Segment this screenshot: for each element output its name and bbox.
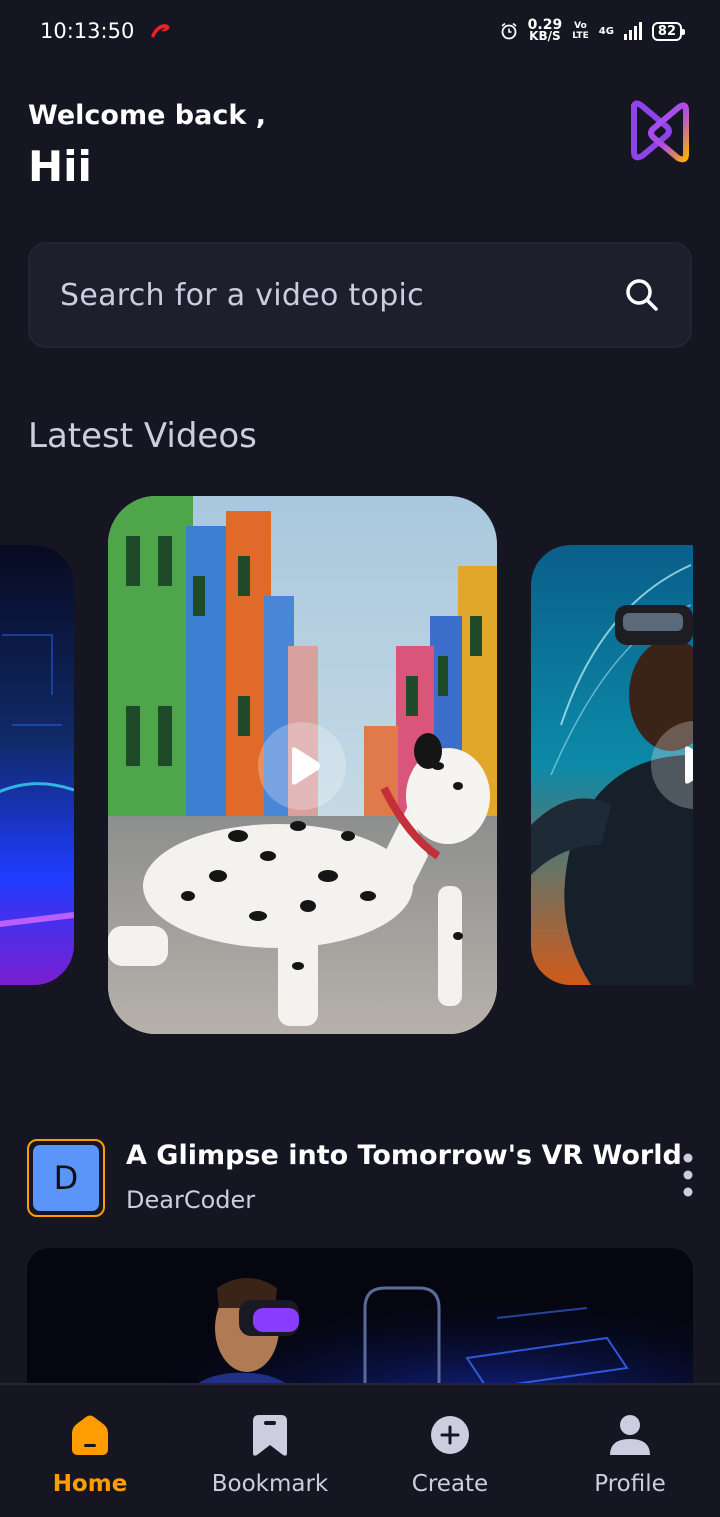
tab-profile-label: Profile [594, 1471, 666, 1497]
battery-level: 82 [657, 23, 676, 39]
tab-create-label: Create [411, 1471, 489, 1497]
battery-icon: 82 [651, 21, 686, 41]
tab-home-label: Home [52, 1471, 128, 1497]
status-bar: 10:13:50 0.29 KB/S Vo LTE 4G 82 [0, 0, 720, 62]
home-icon [72, 1415, 108, 1455]
profile-icon [610, 1415, 650, 1455]
volte-top: Vo [574, 21, 587, 31]
signal-icon [623, 22, 642, 40]
network-type: 4G [598, 25, 614, 37]
volte-indicator: Vo LTE [572, 21, 589, 41]
tab-bookmark[interactable]: Bookmark [180, 1385, 360, 1517]
volte-bottom: LTE [572, 31, 589, 41]
video-creator: DearCoder [126, 1186, 256, 1214]
bookmark-icon [253, 1415, 287, 1456]
latest-videos-title: Latest Videos [28, 416, 257, 456]
video-title: A Glimpse into Tomorrow's VR World [126, 1140, 682, 1171]
net-speed-unit: KB/S [529, 29, 561, 43]
carrier-icon [151, 24, 170, 38]
tab-profile[interactable]: Profile [540, 1385, 720, 1517]
tab-create[interactable]: Create [360, 1385, 540, 1517]
alarm-icon [501, 22, 517, 40]
carousel-card-right[interactable] [531, 545, 693, 985]
carousel-card-featured[interactable] [108, 496, 497, 1034]
more-options-icon[interactable] [680, 1152, 696, 1198]
username: Hii [28, 142, 92, 191]
welcome-text: Welcome back , [28, 100, 266, 131]
bottom-tab-bar: Home Bookmark Create Profile [0, 1383, 720, 1517]
play-button[interactable] [258, 722, 346, 810]
play-icon [292, 747, 320, 785]
play-icon [685, 746, 693, 784]
video-thumbnail [0, 545, 74, 985]
creator-avatar[interactable]: D [27, 1139, 105, 1217]
search-placeholder: Search for a video topic [60, 277, 424, 313]
tab-bookmark-label: Bookmark [211, 1471, 329, 1497]
tab-home[interactable]: Home [0, 1385, 180, 1517]
status-right: 0.29 KB/S Vo LTE 4G 82 [500, 18, 686, 43]
status-left: 10:13:50 [40, 19, 172, 43]
status-time: 10:13:50 [40, 19, 135, 43]
app-logo-icon [631, 100, 689, 163]
search-input[interactable]: Search for a video topic [28, 242, 692, 348]
avatar-letter: D [33, 1145, 99, 1211]
carousel-card-left[interactable] [0, 545, 74, 985]
plus-circle-icon [431, 1416, 469, 1454]
net-speed: 0.29 KB/S [528, 18, 563, 43]
search-icon[interactable] [622, 275, 662, 315]
